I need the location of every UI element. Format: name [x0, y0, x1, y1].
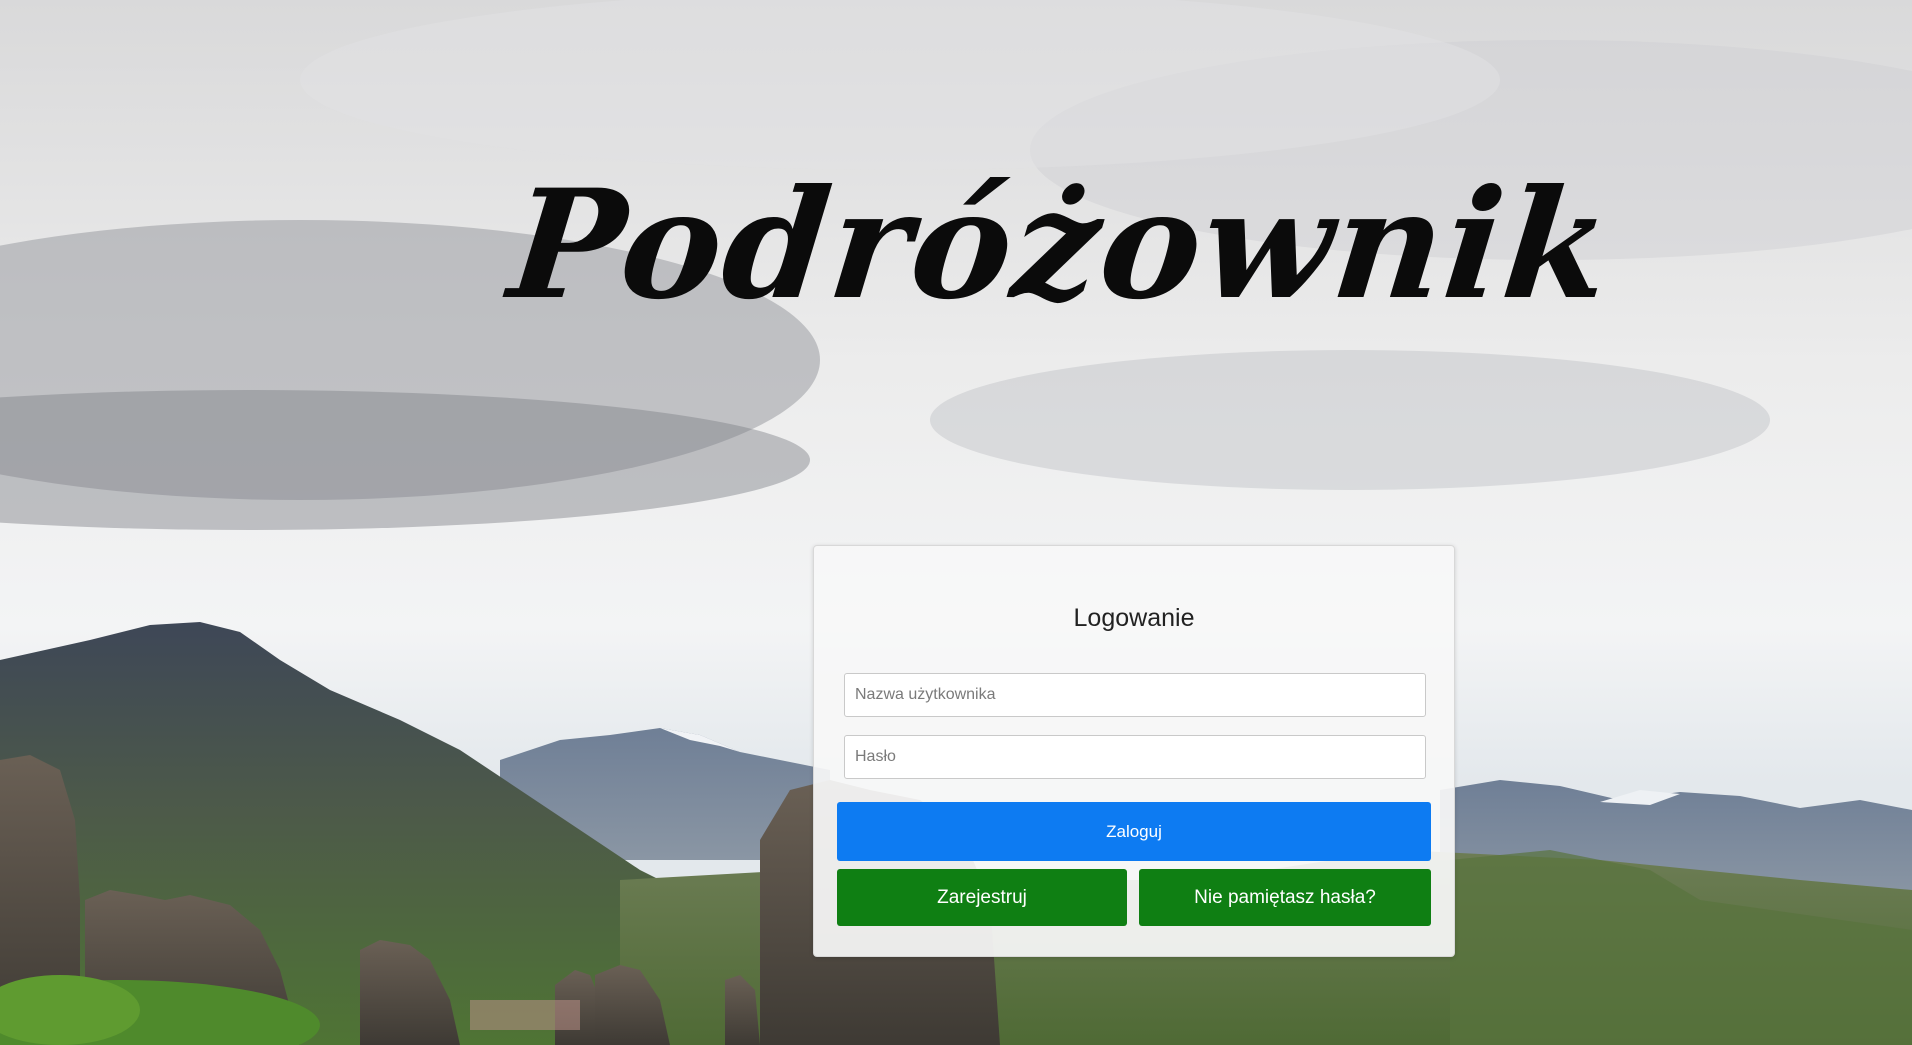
login-button[interactable]: Zaloguj [837, 802, 1431, 861]
password-input[interactable] [844, 735, 1426, 779]
login-panel: Logowanie Zaloguj Zarejestruj Nie pamięt… [813, 545, 1455, 957]
login-heading: Logowanie [1073, 604, 1195, 632]
register-button[interactable]: Zarejestruj [837, 869, 1127, 926]
login-page: Podróżownik Logowanie Zaloguj Zarejestru… [0, 0, 1912, 1045]
username-input[interactable] [844, 673, 1426, 717]
brand-logo-title: Podróżownik [502, 157, 1620, 333]
forgot-password-button[interactable]: Nie pamiętasz hasła? [1139, 869, 1431, 926]
